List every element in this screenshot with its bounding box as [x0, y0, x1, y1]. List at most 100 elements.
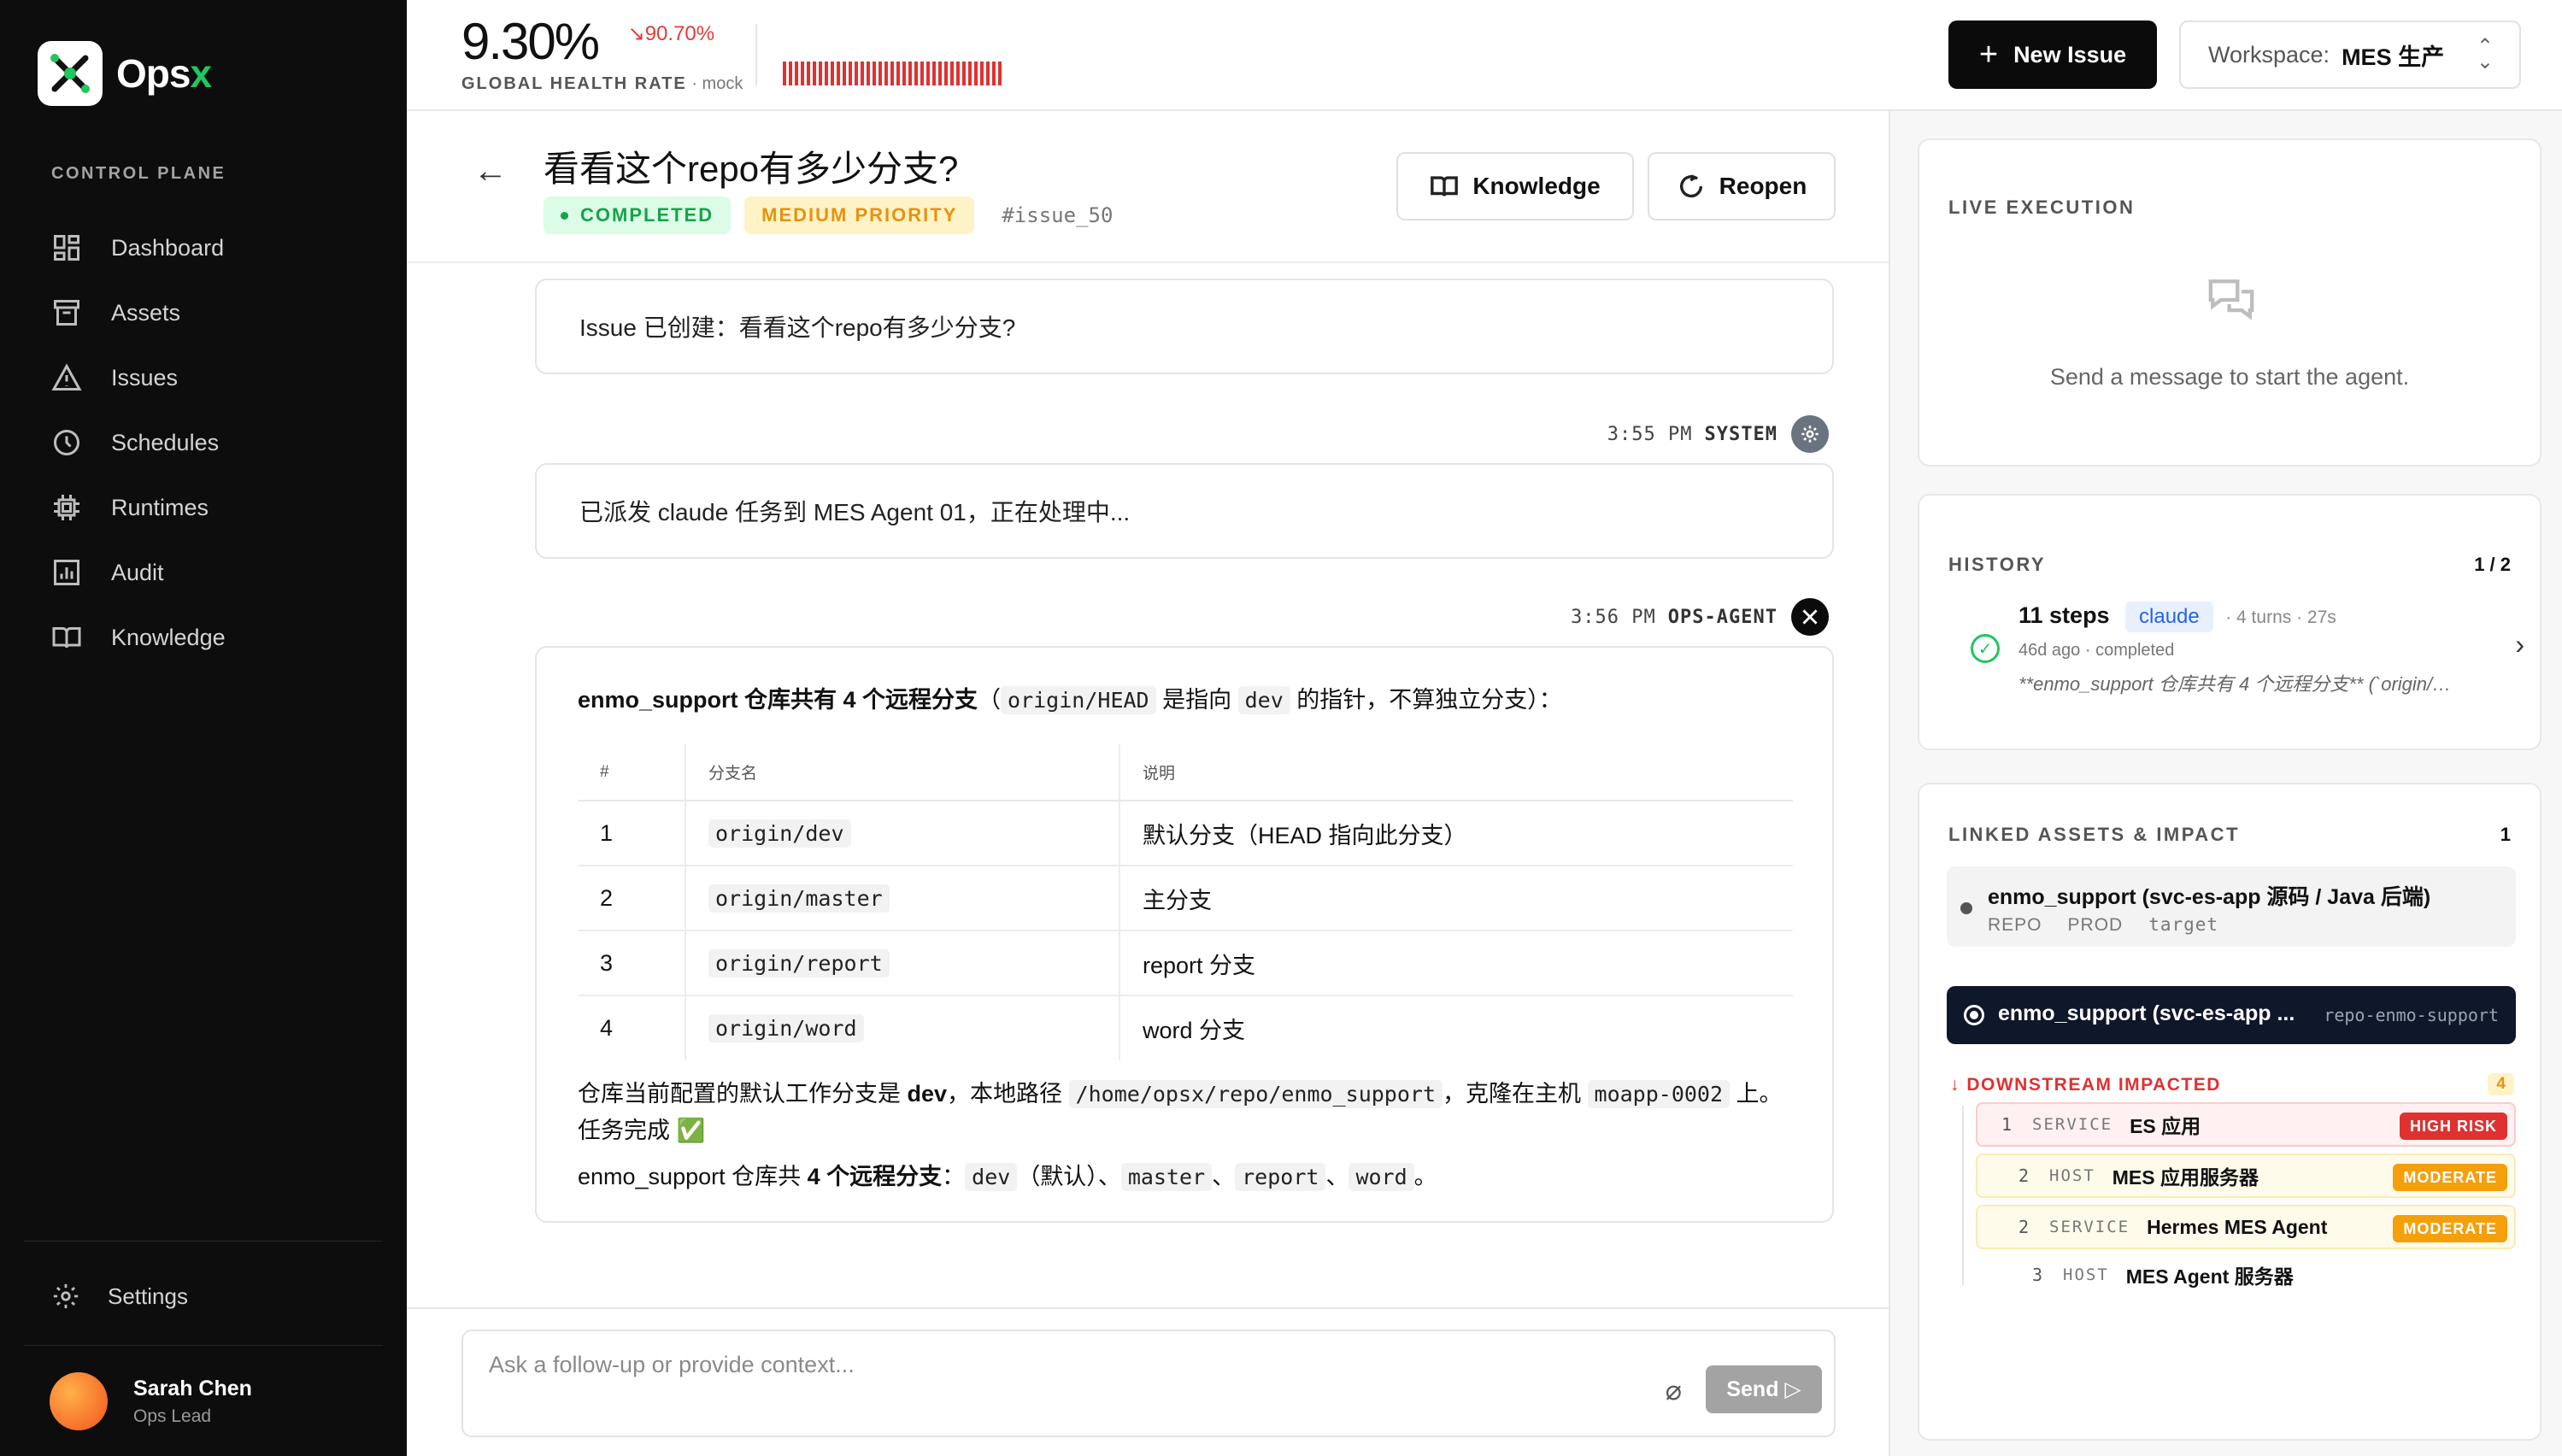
- risk-badge: HIGH RISK: [2399, 1113, 2507, 1140]
- chat-bubbles-icon: [2206, 277, 2256, 327]
- history-snippet: **enmo_support 仓库共有 4 个远程分支** (`origin/H…: [2018, 673, 2463, 695]
- sidebar-item-audit[interactable]: Audit: [51, 540, 376, 605]
- cell-desc: word 分支: [1143, 1018, 1246, 1043]
- health-sparkline: [783, 62, 1002, 85]
- page-title: 看看这个repo有多少分支?: [544, 149, 959, 189]
- message-meta: 3:55 PM SYSTEM: [1607, 415, 1829, 453]
- history-item[interactable]: ✓ 11 steps claude · 4 turns · 27s 46d ag…: [1971, 602, 2526, 704]
- sidebar-item-settings[interactable]: Settings: [51, 1282, 188, 1311]
- impact-root-name: enmo_support (svc-es-app ...: [1998, 1001, 2295, 1025]
- clock-icon: [54, 430, 79, 455]
- table-row: 2 origin/master 主分支: [578, 866, 1793, 931]
- health-metric: 9.30% ↘90.70% GLOBAL HEALTH RATE · mock: [461, 12, 743, 94]
- reopen-button[interactable]: Reopen: [1648, 152, 1836, 220]
- follow-up-input[interactable]: Ask a follow-up or provide context... ⌀ …: [461, 1330, 1836, 1437]
- section-label: CONTROL PLANE: [51, 164, 226, 183]
- workspace-label: Workspace:: [2208, 41, 2330, 68]
- paperclip-icon[interactable]: ⌀: [1666, 1374, 1682, 1406]
- sidebar-item-assets[interactable]: Assets: [51, 280, 376, 345]
- divider: [755, 24, 757, 85]
- model-badge: claude: [2125, 602, 2213, 632]
- response-summary: enmo_support 仓库共 4 个远程分支： dev （默认）、 master、…: [578, 1163, 1437, 1191]
- knowledge-button[interactable]: Knowledge: [1396, 152, 1634, 220]
- impact-item[interactable]: 2 HOST MES 应用服务器 MODERATE: [1976, 1154, 2516, 1198]
- downstream-header: ↓ DOWNSTREAM IMPACTED 4: [1950, 1073, 2514, 1095]
- impact-item[interactable]: 3 HOST MES Agent 服务器: [1976, 1253, 2516, 1297]
- cell-branch: origin/dev: [685, 801, 1120, 866]
- impact-root-id: repo-enmo-support: [2324, 1005, 2499, 1025]
- impact-item[interactable]: 1 SERVICE ES 应用 HIGH RISK: [1976, 1102, 2516, 1147]
- trend-down-icon: ↘: [627, 22, 645, 45]
- sidebar-item-knowledge[interactable]: Knowledge: [51, 605, 376, 670]
- right-panel: LIVE EXECUTION Send a message to start t…: [1890, 111, 2562, 1456]
- top-bar: 9.30% ↘90.70% GLOBAL HEALTH RATE · mock …: [407, 0, 2562, 111]
- sidebar-item-issues[interactable]: Issues: [51, 345, 376, 410]
- warning-icon: [51, 363, 82, 390]
- branch-table: # 分支名 说明 1 origin/dev 默认分支（HEAD 指向此分支） 2…: [578, 744, 1793, 1060]
- system-gear-icon: [1791, 415, 1829, 453]
- message-time: 3:56 PM: [1571, 606, 1656, 628]
- brand-logo[interactable]: Opsx: [38, 41, 212, 106]
- message-card: 已派发 claude 任务到 MES Agent 01，正在处理中...: [535, 463, 1834, 559]
- composer-placeholder: Ask a follow-up or provide context...: [489, 1352, 855, 1377]
- avatar: [50, 1372, 108, 1430]
- chip-icon: [54, 495, 79, 520]
- cell-desc: 默认分支（HEAD 指向此分支）: [1119, 801, 1793, 866]
- asset-name: enmo_support (svc-es-app 源码 / Java 后端): [1988, 885, 2431, 909]
- history-sub: 46d ago · completed: [2018, 641, 2175, 660]
- message-card: Issue 已创建：看看这个repo有多少分支?: [535, 279, 1834, 374]
- card-title: HISTORY: [1948, 554, 2047, 575]
- send-icon: ▷: [1784, 1377, 1801, 1401]
- workspace-value: MES 生产: [2342, 44, 2445, 70]
- message-author: OPS-AGENT: [1667, 606, 1778, 628]
- refresh-icon: [1679, 174, 1702, 198]
- column-header: 分支名: [685, 744, 1120, 801]
- cell-index: 1: [578, 801, 686, 866]
- sidebar-item-dashboard[interactable]: Dashboard: [51, 215, 376, 280]
- tree-line: [1962, 1106, 1964, 1285]
- brand-name: Opsx: [116, 51, 212, 96]
- sidebar-item-label: Assets: [111, 299, 181, 326]
- linked-asset[interactable]: enmo_support (svc-es-app 源码 / Java 后端) R…: [1947, 866, 2516, 947]
- back-arrow-icon[interactable]: ←: [473, 152, 508, 191]
- table-row: 4 origin/word word 分支: [578, 995, 1793, 1060]
- cell-index: 2: [578, 866, 686, 931]
- dashboard-icon: [54, 235, 79, 261]
- table-row: 3 origin/report report 分支: [578, 931, 1793, 996]
- new-issue-button[interactable]: + New Issue: [1948, 21, 2157, 89]
- health-rate-delta: ↘90.70%: [627, 22, 715, 45]
- send-button[interactable]: Send ▷: [1706, 1365, 1822, 1413]
- settings-label: Settings: [108, 1283, 188, 1309]
- chevron-updown-icon: ⌃ ⌄: [2476, 35, 2494, 73]
- history-count: 1 / 2: [2474, 554, 2511, 575]
- cell-index: 3: [578, 931, 686, 996]
- cell-index: 4: [578, 995, 686, 1060]
- priority-badge: MEDIUM PRIORITY: [744, 197, 975, 234]
- sidebar-item-label: Issues: [111, 364, 179, 390]
- gear-icon: [53, 1283, 79, 1309]
- column-header: #: [578, 744, 686, 801]
- composer-area: Ask a follow-up or provide context... ⌀ …: [407, 1307, 1890, 1456]
- opsx-logo-icon: [38, 41, 103, 106]
- sidebar-item-label: Dashboard: [111, 234, 225, 261]
- sidebar-nav: Dashboard Assets Issues Schedules Runtim…: [51, 215, 376, 670]
- book-icon: [52, 627, 81, 649]
- cell-branch: origin/report: [685, 931, 1120, 996]
- impact-root-asset[interactable]: enmo_support (svc-es-app ... repo-enmo-s…: [1947, 986, 2516, 1044]
- column-header: 说明: [1119, 744, 1793, 801]
- user-profile[interactable]: Sarah Chen Ops Lead: [50, 1372, 252, 1430]
- empty-state-text: Send a message to start the agent.: [2049, 364, 2410, 390]
- impact-item[interactable]: 2 SERVICE Hermes MES Agent MODERATE: [1976, 1205, 2516, 1249]
- response-paragraph: 仓库当前配置的默认工作分支是 dev，本地路径 /home/opsx/repo/…: [578, 1080, 1783, 1143]
- agent-icon: [1791, 598, 1829, 636]
- message-text: Issue 已创建：看看这个repo有多少分支?: [579, 314, 1016, 341]
- sidebar-item-schedules[interactable]: Schedules: [51, 410, 376, 475]
- message-text: 已派发 claude 任务到 MES Agent 01，正在处理中...: [579, 499, 1131, 525]
- sidebar-divider: [24, 1241, 383, 1242]
- response-intro: enmo_support 仓库共有 4 个远程分支（ origin/HEAD 是指…: [578, 686, 1562, 714]
- sidebar-item-runtimes[interactable]: Runtimes: [51, 475, 376, 540]
- workspace-selector[interactable]: Workspace: MES 生产 ⌃ ⌄: [2179, 21, 2521, 89]
- live-execution-card: LIVE EXECUTION Send a message to start t…: [1918, 138, 2541, 467]
- message-author: SYSTEM: [1704, 423, 1778, 445]
- book-icon: [1431, 176, 1459, 197]
